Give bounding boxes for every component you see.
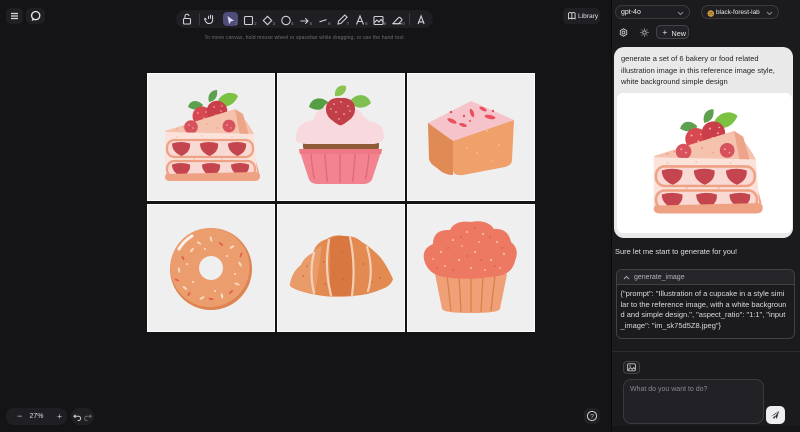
svg-text:6: 6 [328, 21, 331, 27]
svg-text:1: 1 [235, 21, 238, 27]
svg-text:9: 9 [384, 21, 387, 27]
svg-text:0: 0 [402, 21, 405, 27]
svg-text:8: 8 [365, 21, 368, 27]
svg-text:?: ? [590, 413, 594, 420]
svg-text:3: 3 [273, 21, 276, 27]
svg-text:7: 7 [347, 21, 350, 27]
svg-text:2: 2 [254, 21, 257, 27]
svg-text:5: 5 [310, 21, 313, 27]
svg-text:4: 4 [291, 21, 294, 27]
